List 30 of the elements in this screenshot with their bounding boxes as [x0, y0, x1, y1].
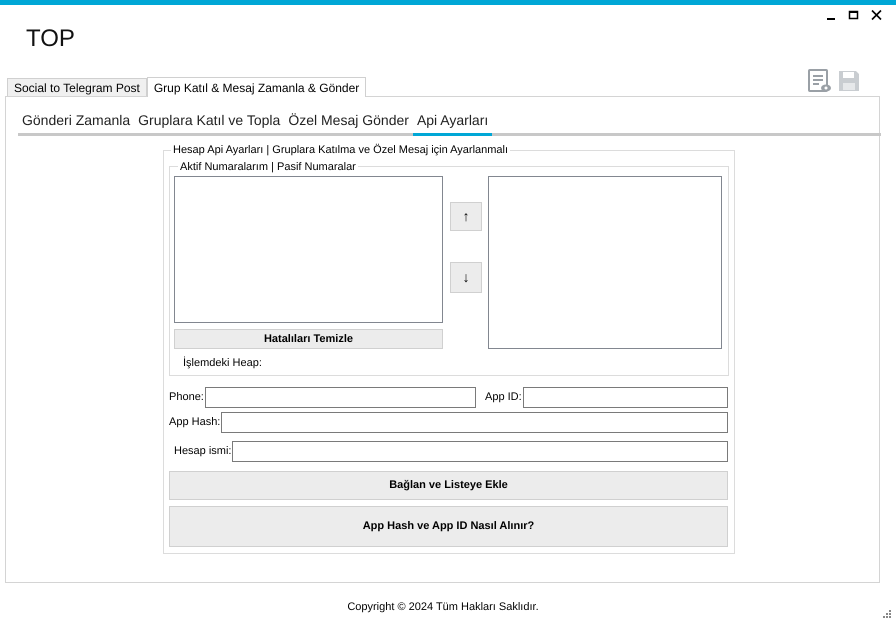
- tab[interactable]: Api Ayarları: [412, 107, 492, 136]
- input-field[interactable]: [204, 386, 476, 408]
- tab[interactable]: Social to Telegram Post: [7, 78, 147, 96]
- field-label: Hesap ismi:: [174, 444, 232, 459]
- copyright-text: Copyright © 2024 Tüm Hakları Saklıdır.: [347, 600, 539, 615]
- maximize-icon[interactable]: [848, 9, 859, 21]
- list-box[interactable]: [174, 176, 443, 323]
- field-label: App Hash:: [169, 414, 222, 430]
- connect-button[interactable]: Bağlan ve Listeye Ekle: [169, 470, 728, 500]
- tab[interactable]: Özel Mesaj Gönder: [284, 107, 413, 136]
- group-title: Hesap Api Ayarları | Gruplara Katılma ve Özel Mesaj için Ayarlanmalı: [172, 142, 510, 158]
- group-title: Aktif Numaralarım | Pasif Numaralar: [179, 160, 357, 174]
- input-field[interactable]: [232, 440, 728, 462]
- help-button[interactable]: App Hash ve App ID Nasıl Alınır?: [169, 506, 728, 546]
- close-icon[interactable]: [871, 9, 882, 21]
- move-down-button[interactable]: ↓: [450, 262, 482, 293]
- window-title: TOP: [26, 25, 75, 52]
- tab[interactable]: Gruplara Katıl ve Topla: [134, 107, 284, 136]
- heap-label: İşlemdeki Heap:: [183, 356, 263, 371]
- tab[interactable]: Gönderi Zamanla: [18, 107, 134, 136]
- report-icon[interactable]: [808, 69, 832, 93]
- tab[interactable]: Grup Katıl & Mesaj Zamanla & Gönder: [146, 77, 366, 97]
- resize-grip-icon[interactable]: [882, 609, 892, 619]
- field-label: App ID:: [485, 390, 523, 405]
- move-up-button[interactable]: ↑: [450, 202, 482, 231]
- list-box[interactable]: [488, 176, 722, 349]
- input-field[interactable]: [221, 412, 728, 432]
- input-field[interactable]: [522, 386, 728, 408]
- clear-errors-button[interactable]: Hatalıları Temizle: [174, 329, 443, 349]
- field-label: Phone:: [169, 390, 205, 405]
